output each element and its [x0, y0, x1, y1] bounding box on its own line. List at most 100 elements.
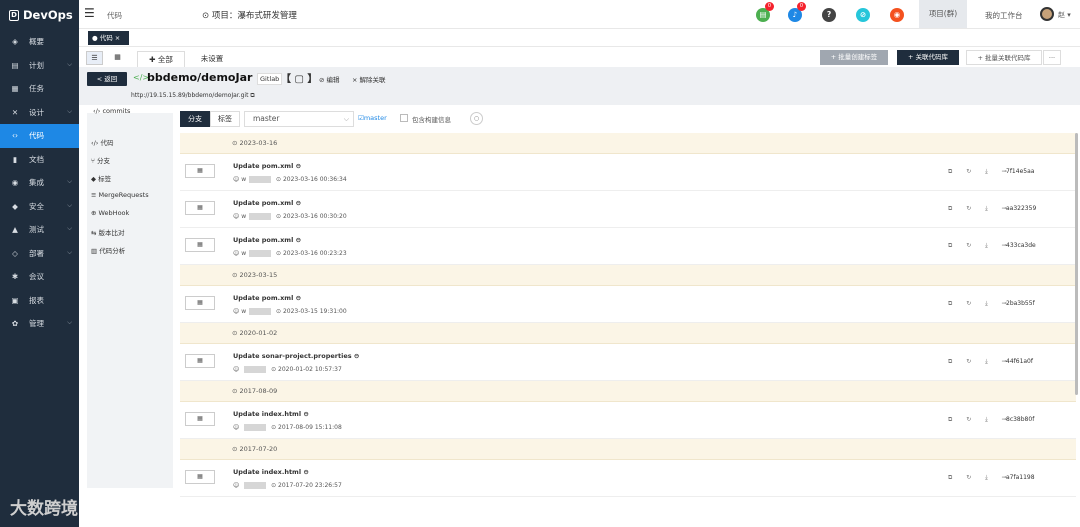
subnav-item[interactable]: ⊕ WebHook: [91, 209, 129, 217]
sidebar-item-doc[interactable]: ▮ 文档: [0, 148, 79, 172]
commit-meta: ☺ ⊙ 2020-01-02 10:57:37: [233, 366, 342, 373]
batch-link-repo-button[interactable]: + 批量关联代码库: [966, 50, 1042, 65]
commit-actions[interactable]: ⧉ ↻ ⤓ ⊸: [948, 205, 1013, 213]
commit-actions[interactable]: ⧉ ↻ ⤓ ⊸: [948, 168, 1013, 176]
tab-branch[interactable]: 分支: [180, 111, 210, 127]
sidebar-item-report[interactable]: ▣ 报表: [0, 289, 79, 313]
commit-sha[interactable]: aa322359: [1006, 205, 1036, 212]
commit-sha[interactable]: a7fa1198: [1006, 474, 1035, 481]
commit-detail-button[interactable]: ▦: [185, 354, 215, 368]
commit-actions[interactable]: ⧉ ↻ ⤓ ⊸: [948, 358, 1013, 366]
back-button[interactable]: < 返回: [87, 72, 127, 86]
list-view-icon[interactable]: ☰: [86, 51, 103, 65]
commit-detail-button[interactable]: ▦: [185, 412, 215, 426]
master-link[interactable]: ☑master: [358, 114, 387, 122]
subnav-item[interactable]: ⑂ 分支: [91, 155, 110, 165]
commit-detail-button[interactable]: ▦: [185, 296, 215, 310]
bell-icon[interactable]: ♪ 0: [788, 2, 806, 22]
branch-select[interactable]: master ⌵: [244, 111, 354, 127]
tab-all[interactable]: ✚ 全部: [137, 51, 185, 67]
chrome-icon[interactable]: ◉: [890, 8, 904, 22]
sidebar-item-gear[interactable]: ✿ 管理 ⌵: [0, 312, 79, 336]
commit-time: ⊙ 2023-03-16 00:30:20: [276, 213, 347, 220]
commit-actions[interactable]: ⧉ ↻ ⤓ ⊸: [948, 300, 1013, 308]
commit-title[interactable]: Update pom.xml ⊖: [233, 199, 301, 207]
commit-date: ⊙ 2023-03-16: [232, 139, 278, 147]
sidebar-item-deploy[interactable]: ◇ 部署 ⌵: [0, 242, 79, 266]
commit-title[interactable]: Update pom.xml ⊖: [233, 236, 301, 244]
commit-title[interactable]: Update pom.xml ⊖: [233, 162, 301, 170]
edit-button[interactable]: ⊘ 编辑: [319, 74, 340, 84]
scrollbar[interactable]: [1075, 133, 1078, 395]
sidebar-item-integration[interactable]: ◉ 集成 ⌵: [0, 171, 79, 195]
repo-toolbar: ☰ ▦ ✚ 全部 未设置 + 批量创建标签 + 关联代码库 + 批量关联代码库 …: [79, 47, 1080, 67]
shield-icon: ◆: [12, 201, 18, 211]
commit-sha[interactable]: 44f61a0f: [1006, 358, 1033, 365]
avatar[interactable]: [1040, 7, 1054, 21]
help-icon[interactable]: ?: [822, 8, 836, 22]
commit-sha[interactable]: 8c38b80f: [1006, 416, 1034, 423]
sidebar-item-code[interactable]: ‹› 代码: [0, 124, 79, 148]
grid-view-icon[interactable]: ▦: [109, 51, 126, 65]
more-button[interactable]: ···: [1043, 50, 1061, 65]
commit-detail-button[interactable]: ▦: [185, 238, 215, 252]
subnav-item[interactable]: ‹/› commits: [93, 107, 130, 115]
sidebar-item-dashboard[interactable]: ◈ 概要: [0, 30, 79, 54]
message-icon[interactable]: ▤ 0: [756, 2, 774, 22]
commit-actions[interactable]: ⧉ ↻ ⤓ ⊸: [948, 416, 1013, 424]
sidebar-item-plan[interactable]: ▤ 计划 ⌵: [0, 54, 79, 78]
repo-name: bbdemo/demoJar: [147, 71, 253, 84]
sidebar-item-label: 报表: [29, 295, 44, 305]
repo-source-badge: Gitlab: [257, 73, 283, 85]
search-icon[interactable]: ○: [470, 112, 483, 125]
link-repo-button[interactable]: + 关联代码库: [897, 50, 959, 65]
message-badge: 0: [765, 2, 774, 11]
sidebar-item-shield[interactable]: ◆ 安全 ⌵: [0, 195, 79, 219]
subnav-item[interactable]: ◆ 标签: [91, 173, 111, 183]
commit-sha[interactable]: 2ba3b55f: [1006, 300, 1035, 307]
commit-title[interactable]: Update index.html ⊖: [233, 468, 309, 476]
sidebar-item-label: 任务: [29, 84, 44, 94]
sidebar-item-meeting[interactable]: ✱ 会议: [0, 265, 79, 289]
tab-unset[interactable]: 未设置: [191, 51, 233, 67]
commit-title[interactable]: Update pom.xml ⊖: [233, 294, 301, 302]
commit-actions[interactable]: ⧉ ↻ ⤓ ⊸: [948, 474, 1013, 482]
commit-actions[interactable]: ⧉ ↻ ⤓ ⊸: [948, 242, 1013, 250]
app-logo[interactable]: D DevOps: [0, 0, 79, 30]
tab-code[interactable]: ● 代码 ×: [88, 31, 129, 45]
commit-sha[interactable]: 7f14e5aa: [1006, 168, 1034, 175]
sidebar-item-test[interactable]: ▲ 测试 ⌵: [0, 218, 79, 242]
repo-copy-icon[interactable]: 【 ▢ 】: [281, 70, 317, 85]
subnav-item[interactable]: ▥ 代码分析: [91, 245, 125, 255]
tab-tag[interactable]: 标签: [210, 111, 240, 127]
batch-create-tag-button[interactable]: + 批量创建标签: [820, 50, 888, 65]
commit-row: ▦ Update sonar-project.properties ⊖ ☺ ⊙ 20…: [180, 344, 1076, 381]
user-menu[interactable]: 赵 ▾: [1058, 10, 1071, 20]
commit-detail-button[interactable]: ▦: [185, 470, 215, 484]
unlink-button[interactable]: × 解除关联: [352, 74, 386, 84]
subnav-item[interactable]: ≡ MergeRequests: [91, 191, 149, 199]
workbench-button[interactable]: 我的工作台: [985, 10, 1023, 21]
commit-title[interactable]: Update sonar-project.properties ⊖: [233, 352, 359, 360]
include-build-label: 包含构建信息: [412, 116, 451, 124]
menu-toggle-icon[interactable]: ☰: [84, 6, 95, 20]
link-icon[interactable]: ⊘: [856, 8, 870, 22]
project-selector[interactable]: ⊙ 项目：瀑布式研发管理: [202, 9, 297, 21]
commit-meta: ☺ w ⊙ 2023-03-15 19:31:00: [233, 308, 347, 315]
subnav-item[interactable]: ‹/› 代码: [91, 137, 113, 147]
include-build-checkbox[interactable]: [400, 114, 408, 122]
commit-date: ⊙ 2017-07-20: [232, 445, 278, 453]
project-group-button[interactable]: 项目(群): [919, 0, 967, 28]
subnav-item[interactable]: ⇆ 版本比对: [91, 227, 125, 237]
commit-sha[interactable]: 433ca3de: [1006, 242, 1036, 249]
user-avatar-icon: ☺: [233, 482, 240, 489]
commit-detail-button[interactable]: ▦: [185, 164, 215, 178]
commit-detail-button[interactable]: ▦: [185, 201, 215, 215]
commit-author: w: [241, 308, 247, 315]
sidebar-item-design[interactable]: ✕ 设计 ⌵: [0, 101, 79, 125]
commit-date: ⊙ 2020-01-02: [232, 329, 278, 337]
branch-filter-bar: 分支 标签 master ⌵ ☑master 包含构建信息 ○: [180, 111, 1080, 129]
repo-url[interactable]: http://19.15.15.89/bbdemo/demoJar.git ⧉: [131, 92, 255, 100]
sidebar-item-task[interactable]: ▦ 任务: [0, 77, 79, 101]
commit-title[interactable]: Update index.html ⊖: [233, 410, 309, 418]
